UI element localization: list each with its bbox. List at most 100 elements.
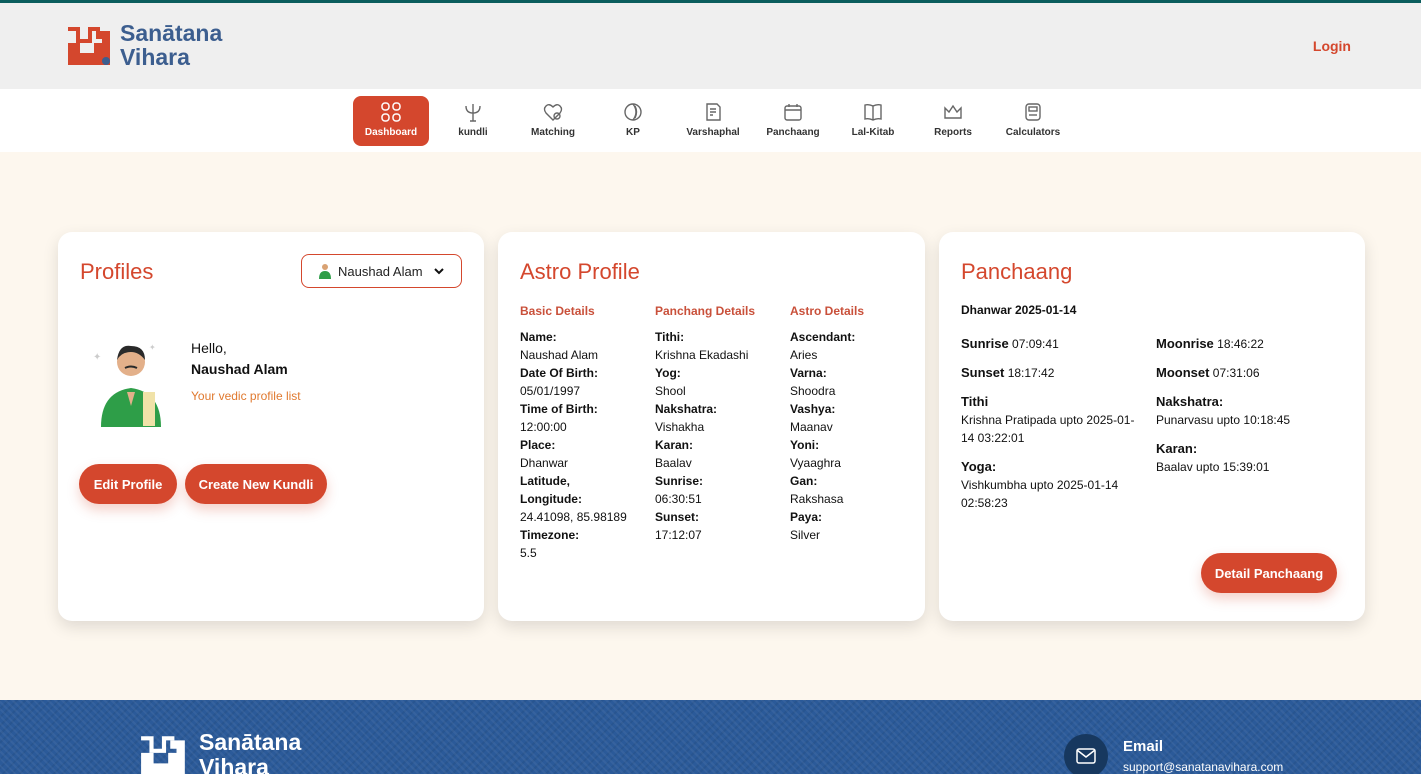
detail-key: Latitude, Longitude:: [520, 474, 582, 506]
footer-brand-line2: Vihara: [199, 754, 269, 774]
nav-label: Panchaang: [766, 127, 820, 138]
detail-key: Sunset:: [655, 510, 700, 524]
svg-text:✦: ✦: [93, 352, 101, 363]
footer: Sanātana Vihara Email support@sanatanavi…: [0, 700, 1421, 774]
detail-key: Place:: [520, 438, 556, 452]
astro-details-heading: Astro Details: [790, 304, 865, 318]
detail-value: Aries: [790, 348, 818, 362]
detail-key: Name:: [520, 330, 557, 344]
nav-label: Dashboard: [364, 127, 418, 138]
detail-key: Karan:: [655, 438, 694, 452]
detail-value: Dhanwar: [520, 456, 569, 470]
detail-value: Shool: [655, 384, 686, 398]
heart-icon: [543, 104, 563, 121]
user-name: Naushad Alam: [191, 361, 288, 377]
chevron-down-icon: [434, 268, 444, 275]
detail-value: Vyaaghra: [790, 456, 841, 470]
svg-text:✦: ✦: [149, 343, 156, 352]
grid-icon: [381, 102, 401, 122]
profiles-title: Profiles: [80, 259, 154, 284]
detail-key: Sunrise:: [655, 474, 704, 488]
nav-label: KP: [626, 127, 640, 138]
calculator-icon: [1025, 103, 1041, 121]
panchaang-key: Karan:: [1156, 441, 1198, 456]
detail-key: Tithi:: [655, 330, 685, 344]
footer-brand-line1: Sanātana: [199, 729, 302, 755]
astro-details-column: Astro Details Ascendant: Aries Varna: Sh…: [790, 302, 920, 544]
panchaang-date: Dhanwar 2025-01-14: [961, 303, 1077, 317]
detail-key: Paya:: [790, 510, 823, 524]
nav-item-kp[interactable]: KP: [593, 96, 673, 146]
detail-key: Time of Birth:: [520, 402, 598, 416]
profile-subtitle: Your vedic profile list: [191, 389, 301, 403]
nav-item-panchaang[interactable]: Panchaang: [753, 96, 833, 146]
panchaang-key: Nakshatra:: [1156, 394, 1224, 409]
panchaang-value: Punarvasu upto 10:18:45: [1156, 413, 1291, 427]
basic-details-heading: Basic Details: [520, 304, 595, 318]
email-link[interactable]: support@sanatanavihara.com: [1123, 760, 1283, 774]
crown-icon: [944, 104, 962, 119]
panchaang-title: Panchaang: [961, 259, 1073, 284]
profile-select[interactable]: Naushad Alam: [301, 254, 462, 288]
panchang-details-column: Panchang Details Tithi: Krishna Ekadashi…: [655, 302, 785, 544]
detail-value: Naushad Alam: [520, 348, 599, 362]
panchaang-left-column: Sunrise 07:09:41 Sunset 18:17:42 Tithi Kr…: [961, 335, 1146, 523]
spiral-icon: [624, 103, 642, 121]
profiles-card: Profiles Naushad Alam ✦ ✦ Hello, Naushad…: [58, 232, 484, 621]
detail-value: Rakshasa: [790, 492, 844, 506]
detail-value: 05/01/1997: [520, 384, 581, 398]
brand-name-line2: Vihara: [120, 44, 190, 70]
detail-value: 24.41098, 85.98189: [520, 510, 627, 524]
footer-logo[interactable]: Sanātana Vihara: [139, 730, 301, 774]
edit-profile-button[interactable]: Edit Profile: [79, 464, 177, 504]
header: Sanātana Vihara Login: [0, 3, 1421, 89]
detail-panchaang-button[interactable]: Detail Panchaang: [1201, 553, 1337, 593]
panchaang-card: Panchaang Dhanwar 2025-01-14 Sunrise 07:…: [939, 232, 1365, 621]
nav-item-kundli[interactable]: kundli: [433, 96, 513, 146]
detail-value: 17:12:07: [655, 528, 702, 542]
detail-value: 5.5: [520, 546, 537, 560]
logo-mark-icon: [68, 27, 110, 65]
login-link[interactable]: Login: [1313, 38, 1351, 54]
panchaang-value: Krishna Pratipada upto 2025-01-14 03:22:…: [961, 413, 1135, 445]
detail-key: Timezone:: [520, 528, 580, 542]
nav-label: Reports: [934, 127, 972, 138]
nav-item-reports[interactable]: Reports: [913, 96, 993, 146]
detail-key: Varna:: [790, 366, 827, 380]
nav-item-lal-kitab[interactable]: Lal-Kitab: [833, 96, 913, 146]
panchaang-key: Tithi: [961, 394, 989, 409]
nav-item-calculators[interactable]: Calculators: [993, 96, 1073, 146]
panchaang-key: Moonset: [1156, 365, 1210, 380]
brand-logo[interactable]: Sanātana Vihara: [66, 21, 222, 69]
nav-item-varshaphal[interactable]: Varshaphal: [673, 96, 753, 146]
panchaang-value: Baalav upto 15:39:01: [1156, 460, 1270, 474]
detail-value: Silver: [790, 528, 821, 542]
create-kundli-button[interactable]: Create New Kundli: [185, 464, 327, 504]
detail-value: Maanav: [790, 420, 833, 434]
panchaang-value: 18:46:22: [1217, 337, 1264, 351]
detail-value: 06:30:51: [655, 492, 702, 506]
nav-item-matching[interactable]: Matching: [513, 96, 593, 146]
detail-key: Vashya:: [790, 402, 836, 416]
panchaang-value: Vishkumbha upto 2025-01-14 02:58:23: [961, 478, 1119, 510]
basic-details-column: Basic Details Name: Naushad Alam Date Of…: [520, 302, 650, 562]
detail-key: Yog:: [655, 366, 681, 380]
book-icon: [864, 103, 882, 121]
nav-label: Calculators: [1005, 127, 1061, 138]
detail-value: Krishna Ekadashi: [655, 348, 749, 362]
panchaang-key: Sunset: [961, 365, 1005, 380]
detail-value: Baalav: [655, 456, 692, 470]
nav-label: Varshaphal: [686, 127, 740, 138]
nav-label: Matching: [531, 127, 575, 138]
nav-item-dashboard[interactable]: Dashboard: [353, 96, 429, 146]
nav-label: kundli: [458, 127, 488, 138]
detail-key: Ascendant:: [790, 330, 856, 344]
detail-key: Gan:: [790, 474, 818, 488]
calendar-icon: [784, 104, 802, 121]
trident-icon: [465, 104, 481, 122]
panchaang-key: Sunrise: [961, 336, 1009, 351]
email-label: Email: [1123, 738, 1164, 755]
main-nav: Dashboard kundli Matching KP Varshaphal …: [0, 89, 1421, 152]
brand-name-line1: Sanātana: [120, 20, 223, 46]
detail-key: Yoni:: [790, 438, 820, 452]
